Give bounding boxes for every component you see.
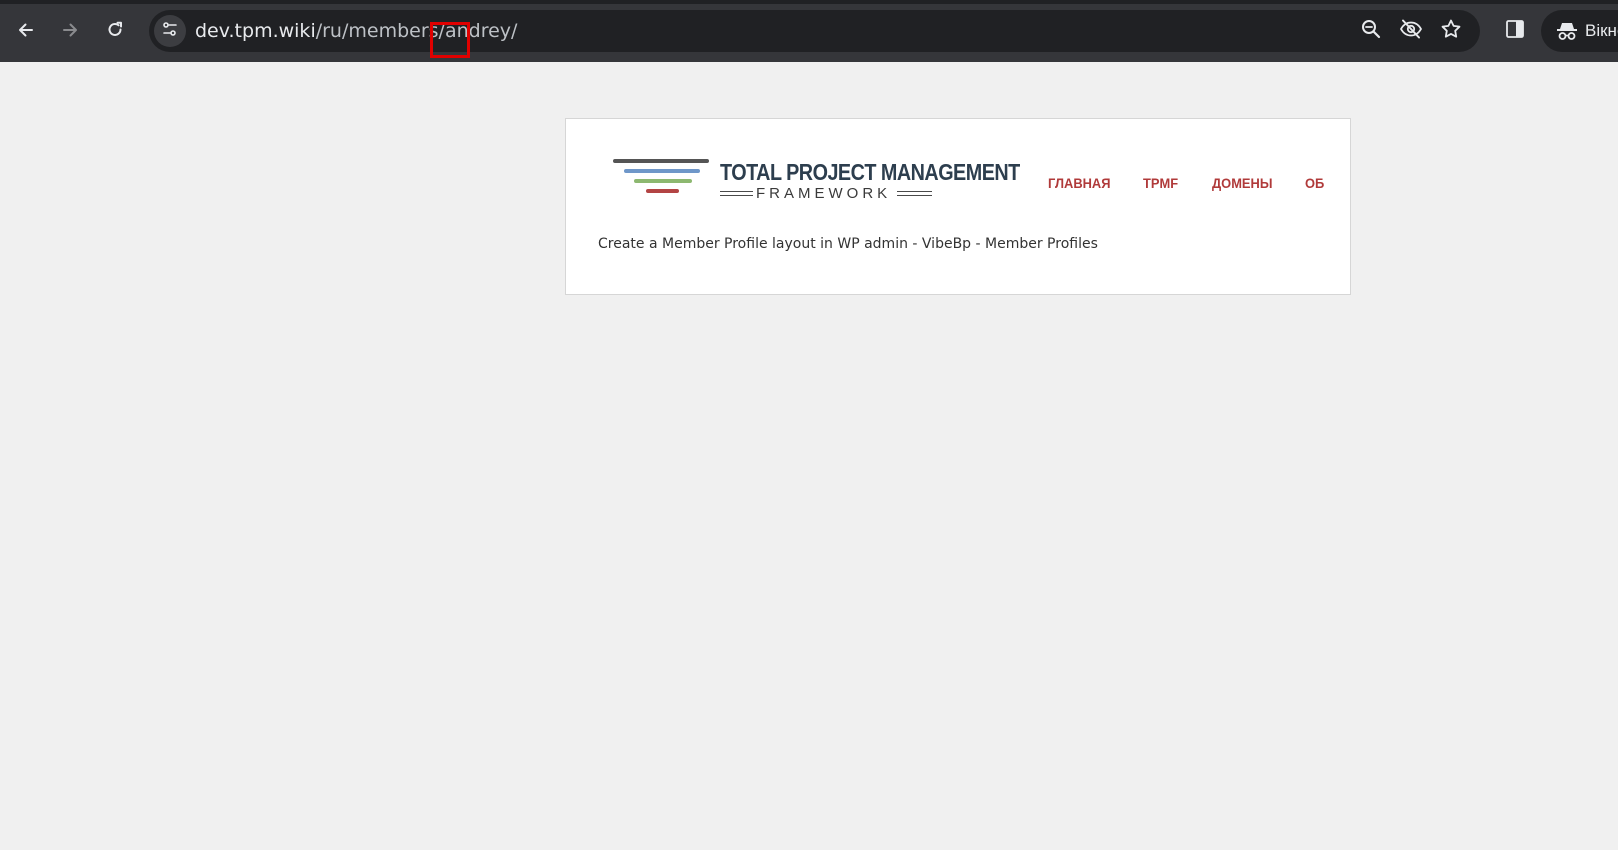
logo-line bbox=[613, 159, 709, 163]
logo-title: TOTAL PROJECT MANAGEMENT bbox=[720, 159, 1020, 185]
arrow-right-icon bbox=[60, 20, 80, 40]
nav-item-about[interactable]: ОБ bbox=[1305, 173, 1324, 193]
eye-off-icon bbox=[1399, 18, 1423, 45]
logo-rule bbox=[720, 191, 753, 196]
arrow-left-icon bbox=[16, 20, 36, 40]
incognito-indicator[interactable]: Вікно bbox=[1541, 10, 1618, 52]
zoom-button[interactable] bbox=[1359, 19, 1383, 43]
side-panel-icon bbox=[1504, 18, 1526, 45]
nav-item-home[interactable]: ГЛАВНАЯ bbox=[1048, 173, 1110, 193]
nav-item-tpmf[interactable]: TPMF bbox=[1143, 173, 1178, 193]
logo-subtitle: FRAMEWORK bbox=[756, 185, 892, 202]
tracking-protection-button[interactable] bbox=[1399, 19, 1423, 43]
incognito-icon bbox=[1555, 19, 1579, 48]
site-logo[interactable]: TOTAL PROJECT MANAGEMENT FRAMEWORK bbox=[613, 155, 1020, 205]
site-header-card: TOTAL PROJECT MANAGEMENT FRAMEWORK ГЛАВН… bbox=[565, 118, 1351, 295]
member-profile-notice: Create a Member Profile layout in WP adm… bbox=[598, 236, 1098, 252]
logo-line bbox=[646, 189, 679, 193]
bookmark-button[interactable] bbox=[1439, 19, 1463, 43]
nav-item-domains[interactable]: ДОМЕНЫ bbox=[1212, 173, 1272, 193]
logo-subtitle-row: FRAMEWORK bbox=[720, 185, 932, 203]
url-host: dev.tpm.wiki bbox=[195, 20, 316, 42]
address-bar[interactable]: dev.tpm.wiki/ru/members/andrey/ bbox=[149, 10, 1480, 58]
forward-button[interactable] bbox=[54, 14, 86, 46]
reload-icon bbox=[105, 20, 125, 40]
logo-line bbox=[634, 179, 692, 183]
annotation-highlight-box bbox=[430, 22, 470, 58]
side-panel-button[interactable] bbox=[1502, 18, 1528, 44]
incognito-label: Вікно bbox=[1585, 21, 1618, 40]
star-icon bbox=[1440, 18, 1462, 45]
logo-line bbox=[624, 169, 700, 173]
logo-rule bbox=[897, 191, 932, 196]
zoom-icon bbox=[1360, 18, 1382, 45]
back-button[interactable] bbox=[10, 14, 42, 46]
tab-strip-edge bbox=[0, 0, 1618, 4]
tune-icon bbox=[161, 20, 179, 43]
url-path: /ru/members/andrey/ bbox=[315, 20, 518, 42]
site-info-button[interactable] bbox=[154, 15, 186, 47]
reload-button[interactable] bbox=[99, 14, 131, 46]
browser-toolbar: dev.tpm.wiki/ru/members/andrey/ Вікно bbox=[0, 0, 1618, 62]
